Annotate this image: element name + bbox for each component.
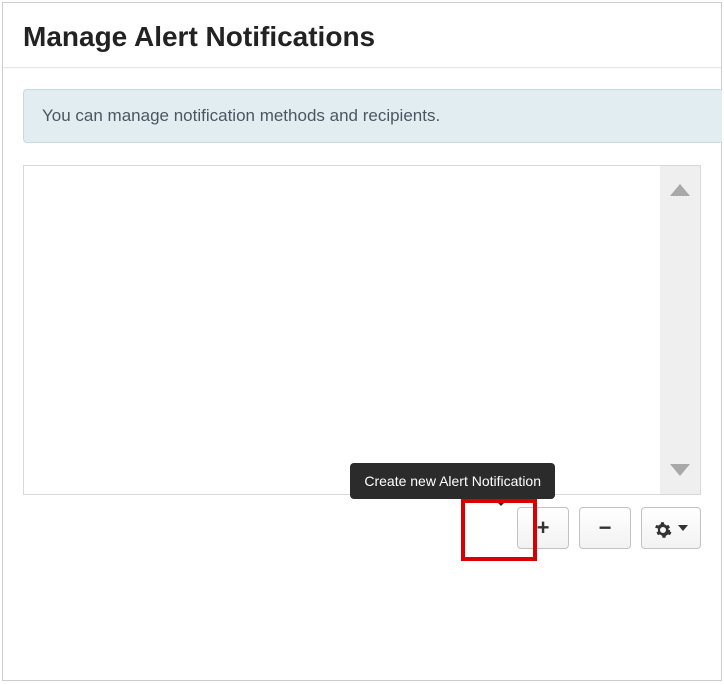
page-title: Manage Alert Notifications	[3, 3, 721, 67]
toolbar: Create new Alert Notification + −	[23, 495, 701, 549]
gear-icon	[654, 519, 672, 537]
list-area[interactable]	[24, 166, 660, 494]
scrollbar[interactable]	[660, 166, 700, 494]
info-banner: You can manage notification methods and …	[23, 89, 722, 143]
dialog-panel: Manage Alert Notifications You can manag…	[2, 2, 722, 681]
add-button-tooltip: Create new Alert Notification	[350, 463, 555, 499]
add-button[interactable]: +	[517, 507, 569, 549]
caret-down-icon	[678, 525, 688, 531]
settings-button[interactable]	[641, 507, 701, 549]
minus-icon: −	[599, 515, 612, 541]
content-area: You can manage notification methods and …	[3, 69, 721, 569]
scroll-down-icon[interactable]	[670, 464, 690, 476]
notifications-listbox[interactable]	[23, 165, 701, 495]
remove-button[interactable]: −	[579, 507, 631, 549]
plus-icon: +	[537, 515, 550, 541]
scroll-up-icon[interactable]	[670, 184, 690, 196]
